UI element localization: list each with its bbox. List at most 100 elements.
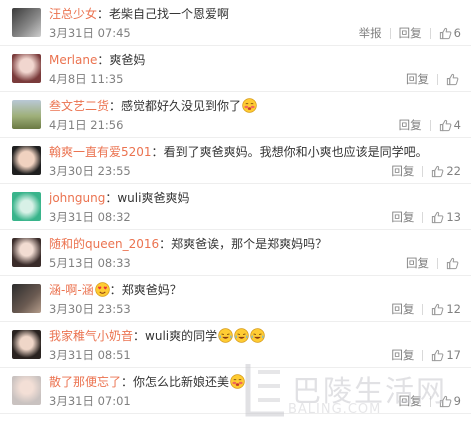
reply-button[interactable]: 回复 [391, 209, 414, 225]
reply-button[interactable]: 回复 [399, 393, 422, 409]
like-count: 4 [453, 118, 461, 132]
comment-text: 感觉都好久没见到你了 [121, 99, 242, 113]
thumbs-up-icon [431, 211, 444, 224]
comment-username[interactable]: 随和的queen_2016 [49, 237, 159, 251]
like-count: 6 [453, 26, 461, 40]
comment-time: 5月13日 08:33 [49, 256, 131, 270]
reply-button[interactable]: 回复 [399, 117, 422, 133]
thumbs-up-icon [431, 349, 444, 362]
avatar[interactable] [12, 376, 41, 405]
like-button[interactable]: 9 [439, 394, 461, 408]
laugh-cry-icon [249, 328, 265, 343]
avatar[interactable] [12, 192, 41, 221]
comment-actions: 回复 22 [391, 163, 461, 179]
comment-username[interactable]: 翰爽一直有爱5201 [49, 145, 152, 159]
comment-actions: 回复 [406, 255, 461, 271]
avatar[interactable] [12, 146, 41, 175]
comment-time: 4月1日 21:56 [49, 118, 124, 132]
comment-username[interactable]: 汪总少女 [49, 7, 97, 21]
comment-time: 3月30日 23:53 [49, 302, 131, 316]
comment-text: 你怎么比新娘还美 [133, 375, 230, 389]
comment-username[interactable]: 叁文艺二货 [49, 99, 109, 113]
thumbs-up-icon [431, 303, 444, 316]
thumbs-up-icon [431, 165, 444, 178]
comment-item: johngung：wuli爽爸爽妈 3月31日 08:32 回复 13 [0, 184, 471, 230]
like-button[interactable]: 12 [431, 302, 461, 316]
divider [422, 349, 424, 361]
thumbs-up-icon [439, 27, 452, 40]
comment-text: 爽爸妈 [109, 53, 146, 67]
comment-text: 郑爽爸诶，那个是郑爽妈吗？ [171, 237, 328, 251]
comment-item: 随和的queen_2016：郑爽爸诶，那个是郑爽妈吗？ 5月13日 08:33 回复 [0, 230, 471, 276]
comment-line: 翰爽一直有爱5201：看到了爽爸爽妈。我想你和小爽也应该是同学吧。 [49, 144, 428, 160]
comment-item: 我家稚气小奶音：wuli爽的同学 3月31日 08:51 回复 17 [0, 322, 471, 368]
report-button[interactable]: 举报 [359, 25, 382, 41]
reply-button[interactable]: 回复 [391, 301, 414, 317]
comment-line: johngung：wuli爽爸爽妈 [49, 190, 189, 206]
laugh-cry-icon [217, 328, 233, 343]
comment-separator: ： [97, 7, 110, 21]
comment-time: 3月31日 07:45 [49, 26, 131, 40]
reply-button[interactable]: 回复 [399, 25, 422, 41]
avatar[interactable] [12, 54, 41, 83]
comment-username[interactable]: 我家稚气小奶音 [49, 329, 133, 343]
comment-username[interactable]: Merlane [49, 53, 97, 67]
comment-text: 看到了爽爸爽妈。我想你和小爽也应该是同学吧。 [163, 145, 428, 159]
comment-username[interactable]: johngung [49, 191, 105, 205]
comment-line: 随和的queen_2016：郑爽爸诶，那个是郑爽妈吗？ [49, 236, 327, 252]
like-button[interactable]: 22 [431, 164, 461, 178]
comment-separator: ： [97, 53, 110, 67]
like-count: 12 [446, 302, 461, 316]
comment-time: 3月31日 08:51 [49, 348, 131, 362]
comment-text: wuli爽的同学 [145, 329, 218, 343]
divider [429, 395, 431, 407]
comment-item: Merlane：爽爸妈 4月8日 11:35 回复 [0, 46, 471, 92]
divider [422, 211, 424, 223]
comment-time: 3月30日 23:55 [49, 164, 131, 178]
like-count: 22 [446, 164, 461, 178]
thumbs-up-icon [446, 73, 459, 86]
laugh-cry-icon [233, 328, 249, 343]
avatar[interactable] [12, 8, 41, 37]
comment-line: 叁文艺二货：感觉都好久没见到你了 [49, 98, 257, 114]
reply-button[interactable]: 回复 [391, 347, 414, 363]
like-button[interactable]: 4 [439, 118, 461, 132]
thumbs-up-icon [439, 119, 452, 132]
like-button[interactable] [446, 257, 461, 270]
comment-text: wuli爽爸爽妈 [117, 191, 190, 205]
like-button[interactable]: 6 [439, 26, 461, 40]
reply-button[interactable]: 回复 [406, 255, 429, 271]
divider [437, 257, 438, 269]
comment-item: 翰爽一直有爱5201：看到了爽爸爽妈。我想你和小爽也应该是同学吧。 3月30日 2… [0, 138, 471, 184]
comment-username[interactable]: 散了那便忘了 [49, 375, 121, 389]
comment-separator: ： [105, 191, 118, 205]
divider [389, 27, 391, 39]
comment-actions: 回复 12 [391, 301, 461, 317]
comment-separator: ： [109, 99, 122, 113]
reply-button[interactable]: 回复 [391, 163, 414, 179]
avatar[interactable] [12, 284, 41, 313]
like-button[interactable]: 17 [431, 348, 461, 362]
avatar[interactable] [12, 100, 41, 129]
comment-actions: 回复 17 [391, 347, 461, 363]
comment-text: 郑爽爸妈？ [121, 283, 182, 297]
comment-item: 汪总少女：老柴自己找一个恩爱啊 3月31日 07:45 举报 回复 6 [0, 0, 471, 46]
comment-line: 涵-啊-涵 ：郑爽爸妈？ [49, 282, 182, 298]
comment-time: 4月8日 11:35 [49, 72, 124, 86]
like-button[interactable]: 13 [431, 210, 461, 224]
comment-line: Merlane：爽爸妈 [49, 52, 145, 68]
like-button[interactable] [446, 73, 461, 86]
reply-button[interactable]: 回复 [406, 71, 429, 87]
comment-item: 叁文艺二货：感觉都好久没见到你了 4月1日 21:56 回复 4 [0, 92, 471, 138]
divider [422, 165, 424, 177]
comment-actions: 回复 4 [399, 117, 461, 133]
comment-username[interactable]: 涵-啊-涵 [49, 283, 94, 297]
avatar[interactable] [12, 330, 41, 359]
comment-item: 涵-啊-涵 ：郑爽爸妈？ 3月30日 23:53 回复 12 [0, 276, 471, 322]
comment-separator: ： [151, 145, 164, 159]
comment-separator: ： [109, 283, 122, 297]
avatar[interactable] [12, 238, 41, 267]
comment-actions: 回复 9 [399, 393, 461, 409]
comment-time: 3月31日 07:01 [49, 394, 131, 408]
divider [437, 73, 438, 85]
